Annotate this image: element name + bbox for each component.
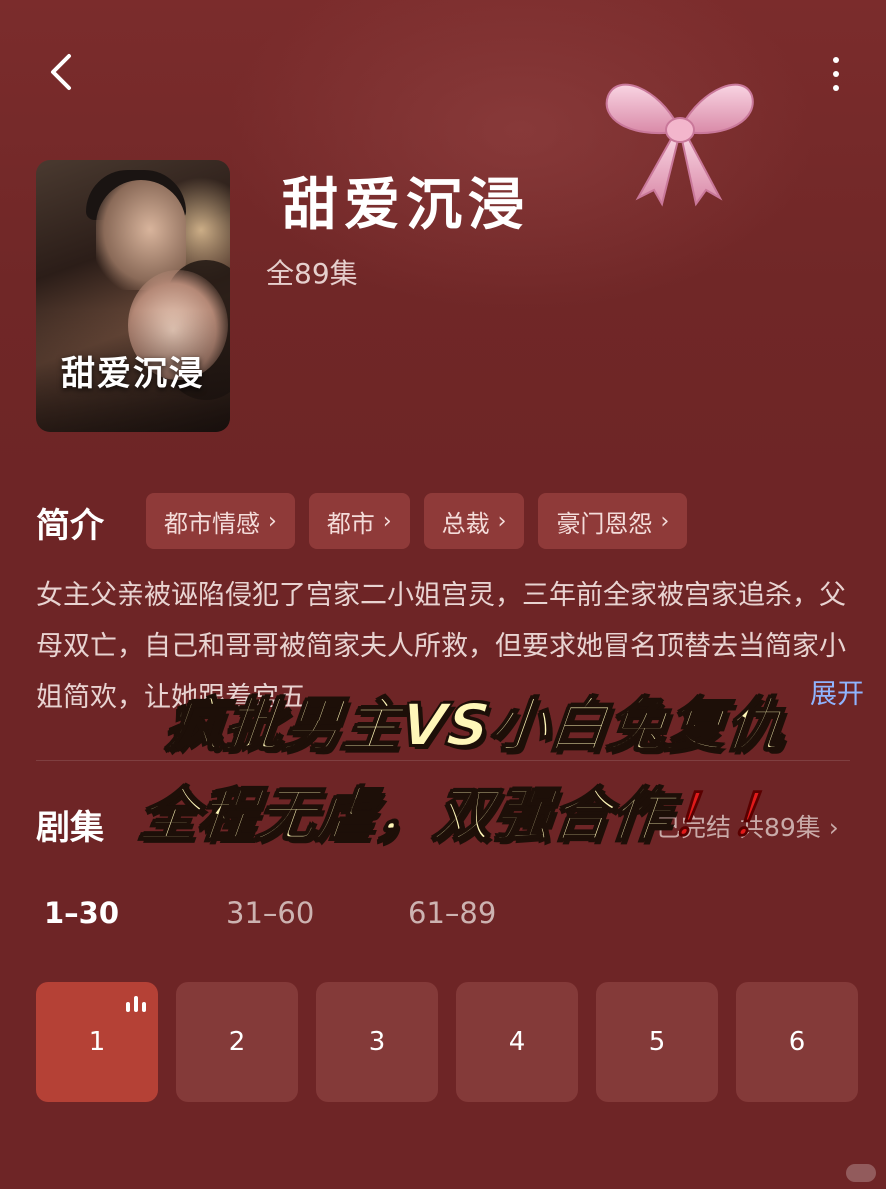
range-tab-61-89[interactable]: 61–89 [400,896,582,930]
vertical-ellipsis-icon [833,57,839,63]
episode-button-4[interactable]: 4 [456,982,578,1102]
promo-overlay-line1: 疯批男主VS小白兔复仇 [161,690,790,760]
episodes-label: 剧集 [36,808,104,848]
range-tab-1-30[interactable]: 1–30 [36,896,218,930]
tag-family-feud[interactable]: 豪门恩怨 › [538,493,688,549]
episode-grid: 1 2 3 4 5 6 [36,982,858,1102]
episode-range-tabs: 1–30 31–60 61–89 [36,896,582,930]
tag-urban-romance[interactable]: 都市情感 › [146,493,295,549]
exclamation-marks: ！！ [666,781,793,850]
watermark-badge [846,1164,876,1182]
chevron-left-icon [51,54,71,90]
range-tab-31-60[interactable]: 31–60 [218,896,400,930]
episode-button-6[interactable]: 6 [736,982,858,1102]
now-playing-icon [126,996,146,1012]
show-title: 甜爱沉浸 [282,172,530,238]
chevron-right-icon: › [660,508,670,534]
intro-label: 简介 [36,506,104,546]
back-button[interactable] [38,48,86,96]
poster-image: 甜爱沉浸 [36,160,230,432]
promo-overlay-line2: 全程无虐，双强合作！！ [135,780,793,850]
tag-ceo[interactable]: 总裁 › [423,493,525,549]
genre-tags: 都市情感 › 都市 › 总裁 › 豪门恩怨 › [146,493,688,549]
episode-button-2[interactable]: 2 [176,982,298,1102]
episode-button-5[interactable]: 5 [596,982,718,1102]
chevron-right-icon: › [268,508,277,534]
episode-total: 全89集 [266,257,358,290]
poster-title: 甜爱沉浸 [61,354,205,394]
chevron-right-icon: › [382,508,392,534]
chevron-right-icon: › [497,508,507,534]
episode-button-3[interactable]: 3 [316,982,438,1102]
more-options-button[interactable] [818,50,854,98]
tag-urban[interactable]: 都市 › [308,493,410,549]
pink-bow-icon [605,83,754,207]
episode-button-1[interactable]: 1 [36,982,158,1102]
expand-synopsis-link[interactable]: 展开 [806,672,864,711]
